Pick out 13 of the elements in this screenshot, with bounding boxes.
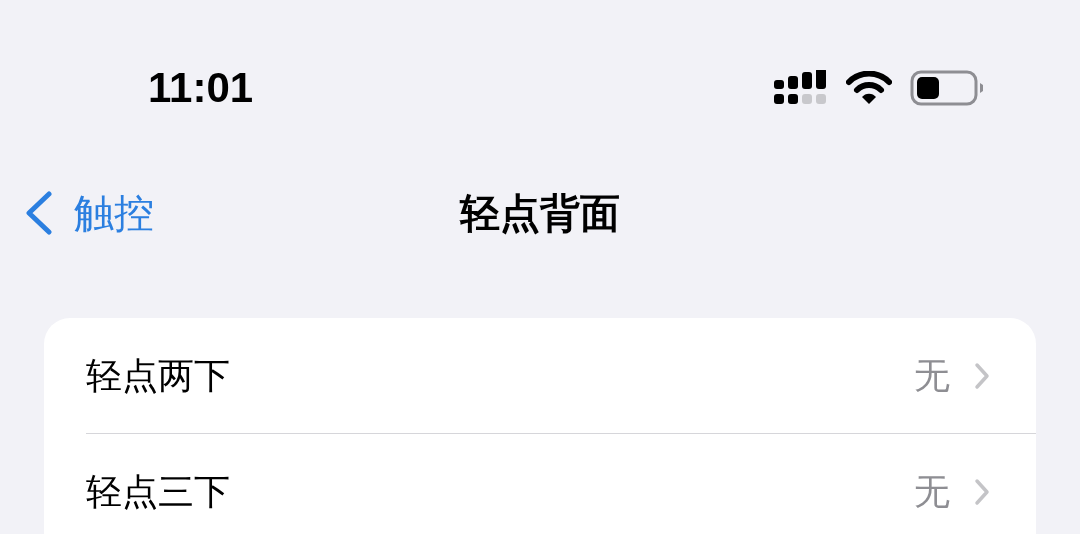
settings-row[interactable]: 轻点两下 无	[86, 318, 1036, 434]
chevron-right-icon	[974, 362, 990, 390]
row-value: 无	[914, 469, 950, 514]
signal-icon	[774, 70, 828, 106]
row-value: 无	[914, 353, 950, 398]
wifi-icon	[846, 71, 892, 105]
chevron-left-icon	[24, 191, 54, 235]
settings-row[interactable]: 轻点三下 无	[86, 434, 1036, 534]
page-title: 轻点背面	[460, 188, 620, 238]
back-button[interactable]: 触控	[24, 176, 154, 250]
status-time: 11:01	[148, 64, 254, 112]
battery-icon	[910, 70, 984, 106]
chevron-right-icon	[974, 478, 990, 506]
